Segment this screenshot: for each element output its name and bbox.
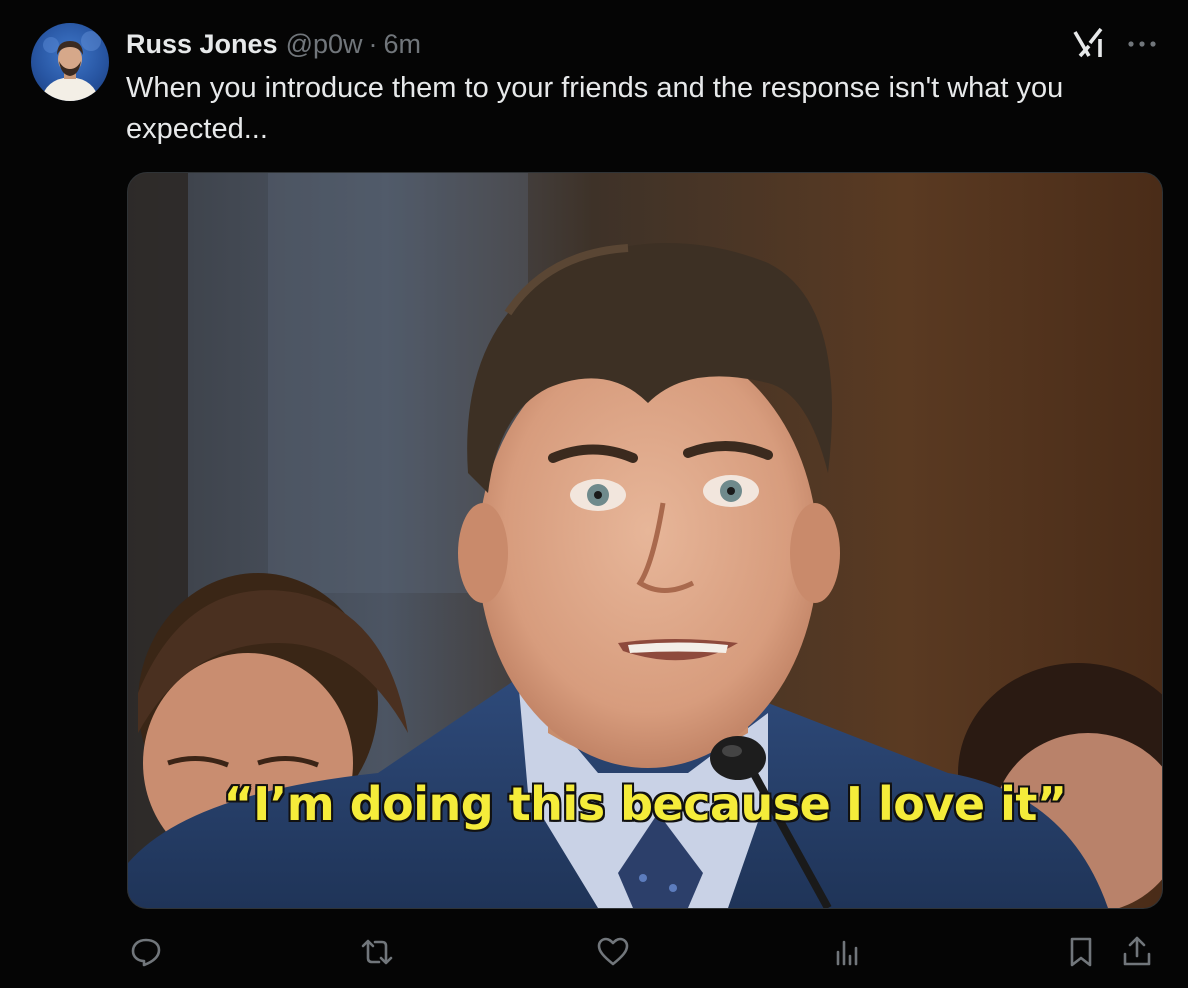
like-icon[interactable] [591, 930, 635, 974]
grok-icon[interactable] [1070, 26, 1110, 62]
author-name[interactable]: Russ Jones [126, 29, 278, 60]
timestamp[interactable]: 6m [384, 29, 422, 60]
media-caption: “I’m doing this because I love it” [223, 777, 1067, 831]
tweet-media-image[interactable]: “I’m doing this because I love it” [127, 172, 1163, 909]
share-icon[interactable] [1115, 930, 1159, 974]
views-icon[interactable] [825, 930, 869, 974]
author-handle[interactable]: @p0w [286, 29, 363, 60]
reply-icon[interactable] [124, 930, 168, 974]
tweet-header: Russ Jones @p0w · 6m [126, 26, 421, 62]
tweet-card: Russ Jones @p0w · 6m When you introduce … [0, 0, 1188, 988]
action-bar [0, 930, 1188, 978]
tweet-text: When you introduce them to your friends … [126, 72, 1064, 145]
repost-icon[interactable] [355, 930, 399, 974]
author-avatar[interactable] [31, 23, 109, 101]
separator-dot: · [368, 28, 378, 59]
more-icon[interactable] [1122, 28, 1162, 60]
bookmark-icon[interactable] [1059, 930, 1103, 974]
